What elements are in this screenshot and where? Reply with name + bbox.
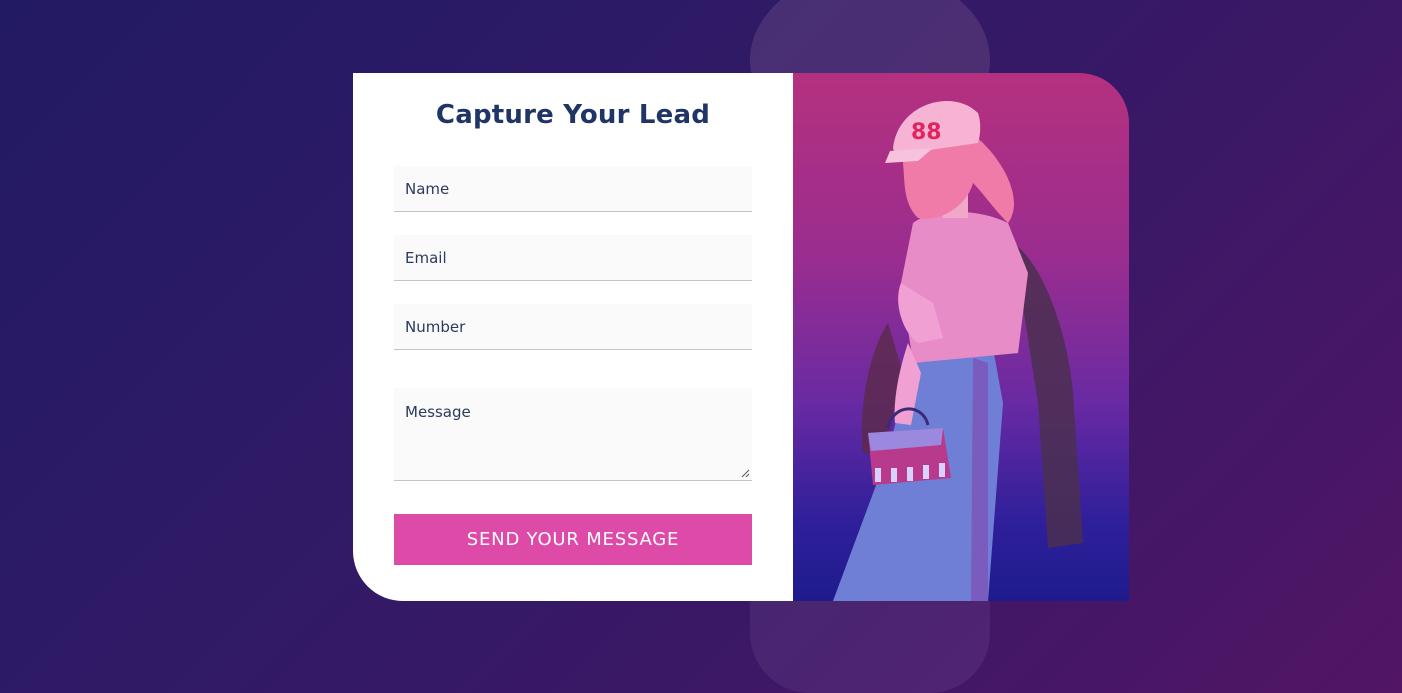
resize-handle-icon[interactable] — [741, 469, 750, 478]
model-photo: 88 — [793, 73, 1129, 601]
send-button-label: SEND YOUR MESSAGE — [466, 529, 680, 550]
lead-card: Capture Your Lead Name Email Number Mess… — [353, 73, 1129, 601]
message-textarea[interactable]: Message — [394, 388, 752, 481]
number-input[interactable]: Number — [394, 304, 752, 350]
number-placeholder: Number — [405, 317, 466, 336]
model-illustration: 88 — [833, 100, 1083, 601]
email-input[interactable]: Email — [394, 235, 752, 281]
send-message-button[interactable]: SEND YOUR MESSAGE — [394, 514, 752, 565]
message-placeholder: Message — [405, 403, 471, 421]
form-title: Capture Your Lead — [435, 100, 711, 130]
lead-form: Capture Your Lead Name Email Number Mess… — [353, 73, 793, 601]
email-placeholder: Email — [405, 248, 447, 267]
name-placeholder: Name — [405, 179, 450, 198]
svg-text:88: 88 — [911, 120, 942, 145]
name-input[interactable]: Name — [394, 166, 752, 212]
